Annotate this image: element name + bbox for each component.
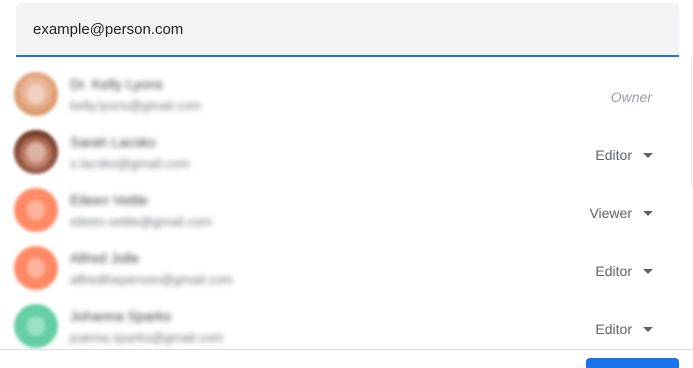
caret-down-icon bbox=[643, 268, 653, 274]
person-name: Eileen Vettle bbox=[70, 192, 148, 208]
list-item-person: Alfred Jolle alfredtheperson@gmail.com E… bbox=[0, 238, 693, 296]
role-label: Editor bbox=[595, 147, 632, 163]
role-label: Viewer bbox=[589, 205, 632, 221]
list-item-person: Eileen Vettle eileen.vettle@gmail.com Vi… bbox=[0, 180, 693, 238]
person-name: Johanna Sparks bbox=[70, 308, 172, 324]
role-label: Editor bbox=[595, 321, 632, 337]
people-list: Dr. Kelly Lyons kelly.lyons@gmail.com Ow… bbox=[0, 64, 693, 354]
list-item-person: Dr. Kelly Lyons kelly.lyons@gmail.com Ow… bbox=[0, 64, 693, 122]
caret-down-icon bbox=[643, 210, 653, 216]
list-item-person: Johanna Sparks joanna.sparks@gmail.com E… bbox=[0, 296, 693, 354]
role-dropdown[interactable]: Viewer bbox=[589, 200, 653, 226]
add-people-field[interactable] bbox=[16, 3, 679, 57]
person-email: kelly.lyons@gmail.com bbox=[70, 98, 202, 113]
role-dropdown[interactable]: Editor bbox=[595, 316, 653, 342]
person-name: Alfred Jolle bbox=[70, 250, 140, 266]
list-item-person: Sarah Lacsko s.lacsko@gmail.com Editor bbox=[0, 122, 693, 180]
avatar bbox=[14, 246, 58, 290]
caret-down-icon bbox=[643, 152, 653, 158]
owner-role-label: Owner bbox=[610, 89, 652, 105]
avatar bbox=[14, 188, 58, 232]
person-name: Dr. Kelly Lyons bbox=[70, 76, 163, 92]
avatar bbox=[14, 304, 58, 348]
person-name: Sarah Lacsko bbox=[70, 134, 156, 150]
send-button[interactable] bbox=[586, 358, 679, 368]
avatar bbox=[14, 130, 58, 174]
person-email: s.lacsko@gmail.com bbox=[70, 156, 190, 171]
avatar bbox=[14, 72, 58, 116]
role-dropdown[interactable]: Editor bbox=[595, 142, 653, 168]
footer-divider bbox=[0, 349, 693, 350]
caret-down-icon bbox=[643, 326, 653, 332]
person-email: joanna.sparks@gmail.com bbox=[70, 330, 224, 345]
role-dropdown[interactable]: Editor bbox=[595, 258, 653, 284]
person-email: alfredtheperson@gmail.com bbox=[70, 272, 233, 287]
person-email: eileen.vettle@gmail.com bbox=[70, 214, 212, 229]
role-label: Editor bbox=[595, 263, 632, 279]
add-people-input[interactable] bbox=[33, 20, 662, 38]
share-dialog: Dr. Kelly Lyons kelly.lyons@gmail.com Ow… bbox=[0, 0, 693, 368]
